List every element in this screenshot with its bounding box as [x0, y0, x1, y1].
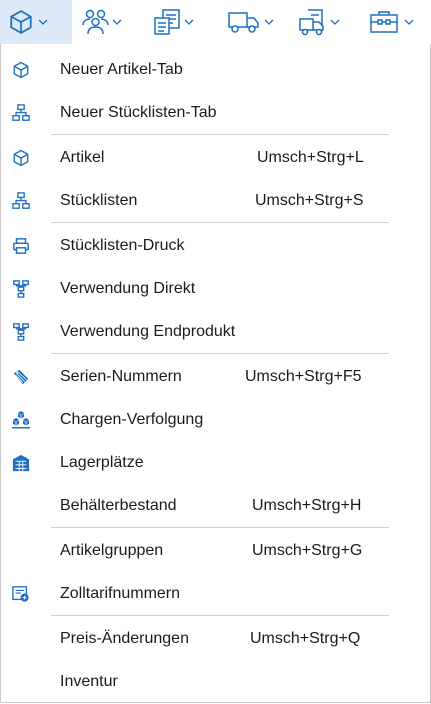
- menu-separator: [51, 222, 389, 223]
- menu-item-shortcut: Umsch+Strg+H: [252, 497, 362, 514]
- menu-item-new-article-tab[interactable]: Neuer Artikel-Tab: [1, 48, 430, 92]
- truck-icon: [226, 7, 262, 37]
- menu-item-label: Lagerplätze: [60, 454, 144, 471]
- toolbar-structure-button[interactable]: [152, 0, 216, 44]
- chevron-down-icon[interactable]: [110, 7, 124, 37]
- batch-boxes-icon: [11, 410, 31, 430]
- menu-item-article-groups[interactable]: Artikelgruppen Umsch+Strg+G: [1, 529, 430, 573]
- menu-item-storage-locations[interactable]: Lagerplätze: [1, 441, 430, 485]
- toolbar-delivery-button[interactable]: [298, 0, 358, 44]
- hierarchy-icon: [11, 191, 31, 211]
- menu-item-label: Stücklisten-Druck: [60, 237, 185, 254]
- menu-item-usage-end-product[interactable]: Verwendung Endprodukt: [1, 310, 430, 354]
- chevron-down-icon[interactable]: [328, 7, 342, 37]
- menu-item-serial-numbers[interactable]: Serien-Nummern Umsch+Strg+F5: [1, 355, 430, 399]
- usage-tree-icon: [11, 279, 31, 299]
- menu-item-label: Zolltarifnummern: [60, 585, 181, 602]
- menu-item-shortcut: Umsch+Strg+F5: [245, 368, 362, 385]
- menu-separator: [51, 353, 389, 354]
- toolbar-tools-button[interactable]: [366, 0, 431, 44]
- structure-list-icon: [152, 7, 182, 37]
- customs-tariff-icon: [11, 584, 31, 604]
- menu-item-batch-tracking[interactable]: Chargen-Verfolgung: [1, 398, 430, 442]
- cube-icon: [11, 148, 31, 168]
- menu-item-label: Chargen-Verfolgung: [60, 411, 204, 428]
- warehouse-shelf-icon: [11, 453, 31, 473]
- toolbox-icon: [366, 7, 402, 37]
- toolbar: [0, 0, 431, 44]
- users-icon: [80, 7, 110, 37]
- menu-item-label: Neuer Artikel-Tab: [60, 61, 183, 78]
- menu-item-label: Neuer Stücklisten-Tab: [60, 104, 217, 121]
- toolbar-shipping-button[interactable]: [226, 0, 292, 44]
- menu-item-label: Serien-Nummern: [60, 368, 182, 385]
- cube-icon: [11, 60, 31, 80]
- menu-item-label: Inventur: [60, 673, 118, 690]
- menu-item-shortcut: Umsch+Strg+G: [252, 542, 363, 559]
- cube-icon: [6, 7, 36, 37]
- chevron-down-icon[interactable]: [182, 7, 196, 37]
- tags-icon: [11, 367, 31, 387]
- menu-item-label: Artikelgruppen: [60, 542, 164, 559]
- menu-item-label: Verwendung Direkt: [60, 280, 196, 297]
- menu-item-inventory[interactable]: Inventur: [1, 660, 430, 704]
- menu-separator: [51, 615, 389, 616]
- menu-item-articles[interactable]: Artikel Umsch+Strg+L: [1, 136, 430, 180]
- menu-item-usage-direct[interactable]: Verwendung Direkt: [1, 267, 430, 311]
- articles-dropdown-menu: Neuer Artikel-Tab Neuer Stücklisten-Tab …: [0, 44, 431, 703]
- menu-item-container-stock[interactable]: Behälterbestand Umsch+Strg+H: [1, 484, 430, 528]
- toolbar-articles-button[interactable]: [0, 0, 72, 44]
- menu-item-shortcut: Umsch+Strg+L: [257, 149, 364, 166]
- menu-item-new-bom-tab[interactable]: Neuer Stücklisten-Tab: [1, 91, 430, 135]
- printer-icon: [11, 236, 31, 256]
- menu-item-price-changes[interactable]: Preis-Änderungen Umsch+Strg+Q: [1, 617, 430, 661]
- menu-item-bom-print[interactable]: Stücklisten-Druck: [1, 224, 430, 268]
- menu-separator: [51, 134, 389, 135]
- menu-item-shortcut: Umsch+Strg+S: [255, 192, 364, 209]
- chevron-down-icon[interactable]: [36, 7, 50, 37]
- toolbar-contacts-button[interactable]: [80, 0, 142, 44]
- menu-item-shortcut: Umsch+Strg+Q: [250, 630, 361, 647]
- menu-item-label: Artikel: [60, 149, 105, 166]
- usage-tree-icon: [11, 322, 31, 342]
- menu-item-label: Verwendung Endprodukt: [60, 323, 236, 340]
- menu-item-label: Behälterbestand: [60, 497, 177, 514]
- menu-item-label: Stücklisten: [60, 192, 138, 209]
- hierarchy-icon: [11, 103, 31, 123]
- menu-item-label: Preis-Änderungen: [60, 630, 189, 647]
- delivery-note-icon: [298, 7, 328, 37]
- menu-separator: [51, 527, 389, 528]
- menu-item-customs-tariff-numbers[interactable]: Zolltarifnummern: [1, 572, 430, 616]
- chevron-down-icon[interactable]: [402, 7, 416, 37]
- menu-item-boms[interactable]: Stücklisten Umsch+Strg+S: [1, 179, 430, 223]
- chevron-down-icon[interactable]: [262, 7, 276, 37]
